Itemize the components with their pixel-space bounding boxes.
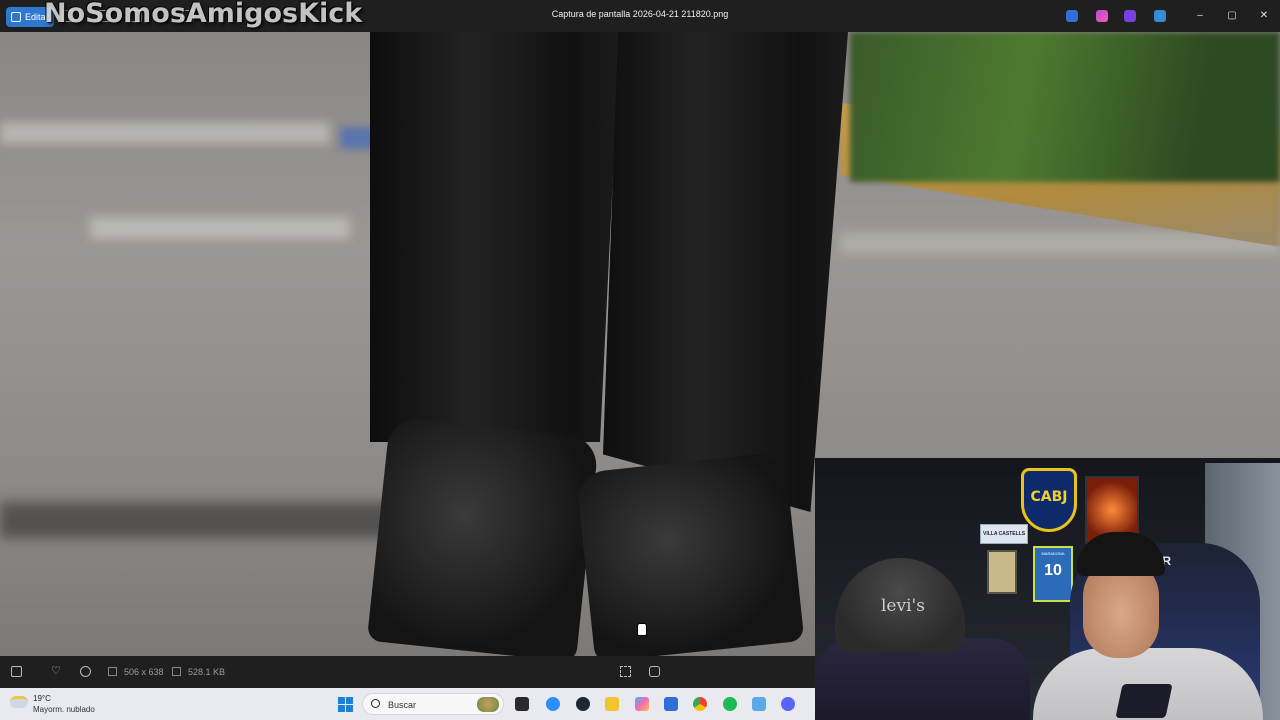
club-badge: CABJ bbox=[1021, 468, 1077, 532]
image-info-bar: ♡ 506 x 638 528.1 KB bbox=[0, 656, 815, 688]
cloud-sun-icon[interactable] bbox=[10, 696, 28, 708]
store-icon[interactable] bbox=[664, 697, 678, 711]
file-size-icon bbox=[172, 667, 181, 676]
foliage bbox=[850, 32, 1280, 182]
taskbar-search[interactable]: Buscar bbox=[362, 693, 504, 715]
favorite-icon[interactable]: ♡ bbox=[51, 664, 62, 677]
right-shoe bbox=[575, 451, 805, 656]
road-shadow bbox=[0, 502, 420, 538]
road-marking bbox=[0, 122, 330, 144]
filmstrip-icon[interactable] bbox=[11, 666, 22, 677]
zoom-icon[interactable] bbox=[546, 697, 560, 711]
street-sign: VILLA CASTELLS bbox=[980, 524, 1028, 544]
folder-icon[interactable] bbox=[605, 697, 619, 711]
close-button[interactable]: ✕ bbox=[1253, 6, 1275, 26]
dimensions-icon bbox=[108, 667, 117, 676]
screen: Editar NoSomosAmigosKick Captura de pant… bbox=[0, 0, 1280, 720]
maximize-button[interactable]: ▢ bbox=[1221, 6, 1243, 26]
tray-app-icon-4[interactable] bbox=[1154, 10, 1166, 22]
wall-frame bbox=[987, 550, 1017, 594]
club-badge-text: CABJ bbox=[1030, 489, 1068, 505]
file-explorer-icon[interactable] bbox=[515, 697, 529, 711]
right-trouser-leg bbox=[603, 32, 848, 512]
zoom-fit-icon[interactable] bbox=[620, 666, 631, 677]
chrome-icon[interactable] bbox=[693, 697, 707, 711]
cap-logo-text: levi's bbox=[881, 596, 925, 616]
copilot-icon[interactable] bbox=[635, 697, 649, 711]
jersey-number: 10 bbox=[1044, 562, 1062, 579]
fullscreen-icon[interactable] bbox=[649, 666, 660, 677]
steam-icon[interactable] bbox=[576, 697, 590, 711]
webcam-overlay: CABJ VILLA CASTELLS MARADONA 10 DAR levi… bbox=[815, 458, 1280, 720]
search-highlight-icon bbox=[477, 697, 499, 712]
spotify-icon[interactable] bbox=[723, 697, 737, 711]
info-icon[interactable] bbox=[80, 666, 91, 677]
shirt-logo bbox=[1115, 684, 1173, 718]
weather-condition[interactable]: Mayorm. nublado bbox=[33, 705, 95, 714]
image-dimensions: 506 x 638 bbox=[124, 667, 164, 677]
tray-app-icon-1[interactable] bbox=[1066, 10, 1078, 22]
left-shoe bbox=[366, 416, 600, 656]
windows-start-icon[interactable] bbox=[338, 697, 353, 712]
tray-app-icon-2[interactable] bbox=[1096, 10, 1108, 22]
left-trouser-leg bbox=[370, 32, 620, 442]
tray-app-icon-3[interactable] bbox=[1124, 10, 1136, 22]
framed-jersey: MARADONA 10 bbox=[1033, 546, 1073, 602]
file-size: 528.1 KB bbox=[188, 667, 226, 677]
street-sign-text: VILLA CASTELLS bbox=[983, 531, 1026, 537]
road-marking bbox=[90, 217, 350, 239]
search-placeholder: Buscar bbox=[388, 700, 417, 710]
photos-icon[interactable] bbox=[752, 697, 766, 711]
window-title: Captura de pantalla 2026-04-21 211820.pn… bbox=[551, 9, 729, 19]
title-bar: Editar NoSomosAmigosKick Captura de pant… bbox=[0, 0, 1280, 32]
search-icon bbox=[371, 699, 380, 708]
weather-temperature[interactable]: 19°C bbox=[33, 694, 51, 703]
jersey-name: MARADONA bbox=[1041, 551, 1065, 556]
hand-cursor-icon bbox=[637, 623, 647, 636]
discord-icon[interactable] bbox=[781, 697, 795, 711]
minimize-button[interactable]: – bbox=[1189, 6, 1211, 26]
